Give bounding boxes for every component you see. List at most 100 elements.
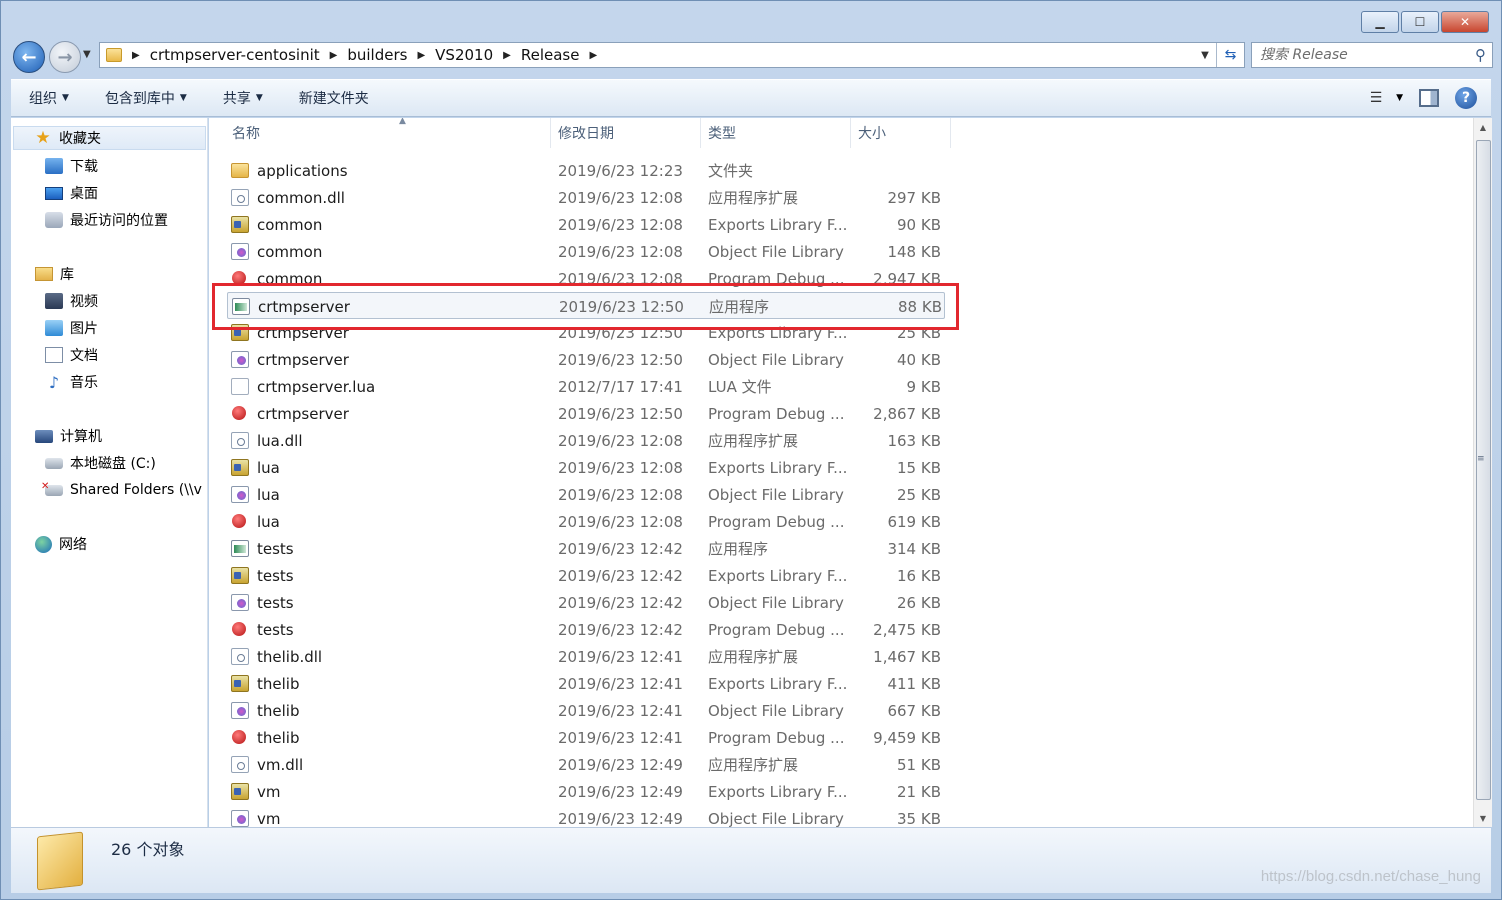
back-button[interactable]: ← [13,41,45,73]
refresh-icon[interactable]: ⇆ [1216,43,1244,67]
breadcrumb-item[interactable]: builders [347,46,407,64]
chevron-right-icon[interactable]: ▶ [132,50,140,61]
recent-pages-dropdown[interactable]: ▼ [83,49,91,60]
sidebar-item-libraries[interactable]: 库 [35,262,74,286]
file-row[interactable]: crtmpserver 2019/6/23 12:50 Object File Li… [227,346,945,373]
file-row[interactable]: crtmpserver 2019/6/23 12:50 应用程序 88 KB [227,292,945,319]
column-header-date[interactable]: 修改日期 [551,118,701,148]
object-library-icon [231,702,249,719]
sidebar-item-local-disk[interactable]: 本地磁盘 (C:) [45,451,156,475]
search-box[interactable]: ⚲ [1251,42,1493,68]
file-row[interactable]: vm.dll 2019/6/23 12:49 应用程序扩展 51 KB [227,751,945,778]
file-size: 619 KB [887,512,941,531]
sidebar-item-recent-places[interactable]: 最近访问的位置 [45,208,168,232]
view-options-chevron-icon[interactable]: ▼ [1396,93,1403,103]
file-row[interactable]: common 2019/6/23 12:08 Exports Library F..… [227,211,945,238]
file-date: 2012/7/17 17:41 [558,377,683,396]
sidebar-item-documents[interactable]: 文档 [45,343,98,367]
file-row[interactable]: thelib 2019/6/23 12:41 Object File Library… [227,697,945,724]
file-date: 2019/6/23 12:08 [558,269,683,288]
file-size: 667 KB [887,701,941,720]
scrollbar-thumb[interactable] [1476,140,1491,800]
column-header-label: 大小 [858,126,886,142]
file-row[interactable]: lua 2019/6/23 12:08 Exports Library F... 15… [227,454,945,481]
file-row[interactable]: crtmpserver 2019/6/23 12:50 Exports Librar… [227,319,945,346]
file-row[interactable]: applications 2019/6/23 12:23 文件夹 [227,157,945,184]
chevron-right-icon[interactable]: ▶ [330,50,338,61]
file-size: 25 KB [897,323,941,342]
file-row[interactable]: crtmpserver 2019/6/23 12:50 Program Debug … [227,400,945,427]
address-dropdown-icon[interactable]: ▼ [1194,50,1216,61]
file-size: 2,867 KB [873,404,941,423]
file-size: 21 KB [897,782,941,801]
change-view-icon[interactable]: ☰ [1356,86,1396,110]
file-row[interactable]: lua.dll 2019/6/23 12:08 应用程序扩展 163 KB [227,427,945,454]
file-name-cell: common [227,238,322,265]
scroll-down-icon[interactable]: ▼ [1474,809,1492,827]
forward-button[interactable]: → [49,41,81,73]
file-name-cell: crtmpserver.lua [227,373,375,400]
sidebar-item-downloads[interactable]: 下载 [45,154,98,178]
file-row[interactable]: vm 2019/6/23 12:49 Exports Library F... 21 … [227,778,945,805]
file-row[interactable]: vm 2019/6/23 12:49 Object File Library 35 K… [227,805,945,827]
new-folder-button[interactable]: 新建文件夹 [281,88,387,108]
file-row[interactable]: tests 2019/6/23 12:42 Program Debug ... 2,4… [227,616,945,643]
file-name-cell: crtmpserver [227,319,349,346]
breadcrumb-item[interactable]: crtmpserver-centosinit [150,46,320,64]
file-date: 2019/6/23 12:41 [558,728,683,747]
sidebar-item-desktop[interactable]: 桌面 [45,181,98,205]
file-type: 文件夹 [708,162,754,180]
sidebar-item-computer[interactable]: 计算机 [35,424,102,448]
file-row[interactable]: thelib 2019/6/23 12:41 Program Debug ... 9,… [227,724,945,751]
file-row[interactable]: common 2019/6/23 12:08 Object File Library… [227,238,945,265]
file-row[interactable]: common.dll 2019/6/23 12:08 应用程序扩展 297 KB [227,184,945,211]
chevron-right-icon[interactable]: ▶ [417,50,425,61]
sidebar-item-pictures[interactable]: 图片 [45,316,98,340]
file-row[interactable]: thelib.dll 2019/6/23 12:41 应用程序扩展 1,467 KB [227,643,945,670]
chevron-right-icon[interactable]: ▶ [503,50,511,61]
column-header-type[interactable]: 类型 [701,118,851,148]
file-date: 2019/6/23 12:50 [559,297,684,316]
vertical-scrollbar[interactable]: ▲ ≡ ▼ [1473,118,1492,827]
file-name: common [257,269,323,288]
chevron-down-icon: ▼ [62,93,69,103]
file-row[interactable]: crtmpserver.lua 2012/7/17 17:41 LUA 文件 9 KB [227,373,945,400]
scroll-up-icon[interactable]: ▲ [1474,118,1492,136]
close-button[interactable]: ✕ [1441,11,1489,33]
address-bar[interactable]: ▶ crtmpserver-centosinit ▶ builders ▶ VS… [99,42,1245,68]
search-input[interactable] [1260,47,1450,63]
breadcrumb-item[interactable]: Release [521,46,580,64]
sidebar-item-videos[interactable]: 视频 [45,289,98,313]
file-type: 应用程序扩展 [708,189,799,207]
music-note-icon: ♪ [48,372,60,392]
column-header-name[interactable]: 名称 ▲ [227,118,551,148]
file-date: 2019/6/23 12:08 [558,242,683,261]
sidebar-item-shared-folders[interactable]: Shared Folders (\\v [41,478,202,502]
sidebar-item-network[interactable]: 网络 [35,532,87,556]
preview-pane-icon[interactable] [1419,89,1439,107]
sidebar-item-favorites[interactable]: ★ 收藏夹 [13,126,206,150]
file-size: 51 KB [897,755,941,774]
breadcrumb-item[interactable]: VS2010 [435,46,493,64]
file-row[interactable]: tests 2019/6/23 12:42 Object File Library 2… [227,589,945,616]
minimize-button[interactable]: ▁ [1361,11,1399,33]
sidebar-item-music[interactable]: ♪ 音乐 [45,370,98,394]
help-icon[interactable]: ? [1455,87,1477,109]
share-menu[interactable]: 共享 ▼ [205,88,281,108]
file-row[interactable]: tests 2019/6/23 12:42 应用程序 314 KB [227,535,945,562]
file-row[interactable]: lua 2019/6/23 12:08 Program Debug ... 619 K… [227,508,945,535]
file-name: applications [257,161,348,180]
file-size: 26 KB [897,593,941,612]
maximize-button[interactable]: ☐ [1401,11,1439,33]
chevron-right-icon[interactable]: ▶ [589,50,597,61]
details-pane: 26 个对象 https://blog.csdn.net/chase_hung [11,827,1491,893]
include-in-library-menu[interactable]: 包含到库中 ▼ [87,88,205,108]
file-row[interactable]: common 2019/6/23 12:08 Program Debug ... 2,… [227,265,945,292]
column-header-size[interactable]: 大小 [851,118,951,148]
file-row[interactable]: tests 2019/6/23 12:42 Exports Library F...… [227,562,945,589]
organize-menu[interactable]: 组织 ▼ [11,88,87,108]
file-row[interactable]: thelib 2019/6/23 12:41 Exports Library F..… [227,670,945,697]
file-row[interactable]: lua 2019/6/23 12:08 Object File Library 25 … [227,481,945,508]
search-icon[interactable]: ⚲ [1475,46,1486,64]
file-type: 应用程序扩展 [708,432,799,450]
